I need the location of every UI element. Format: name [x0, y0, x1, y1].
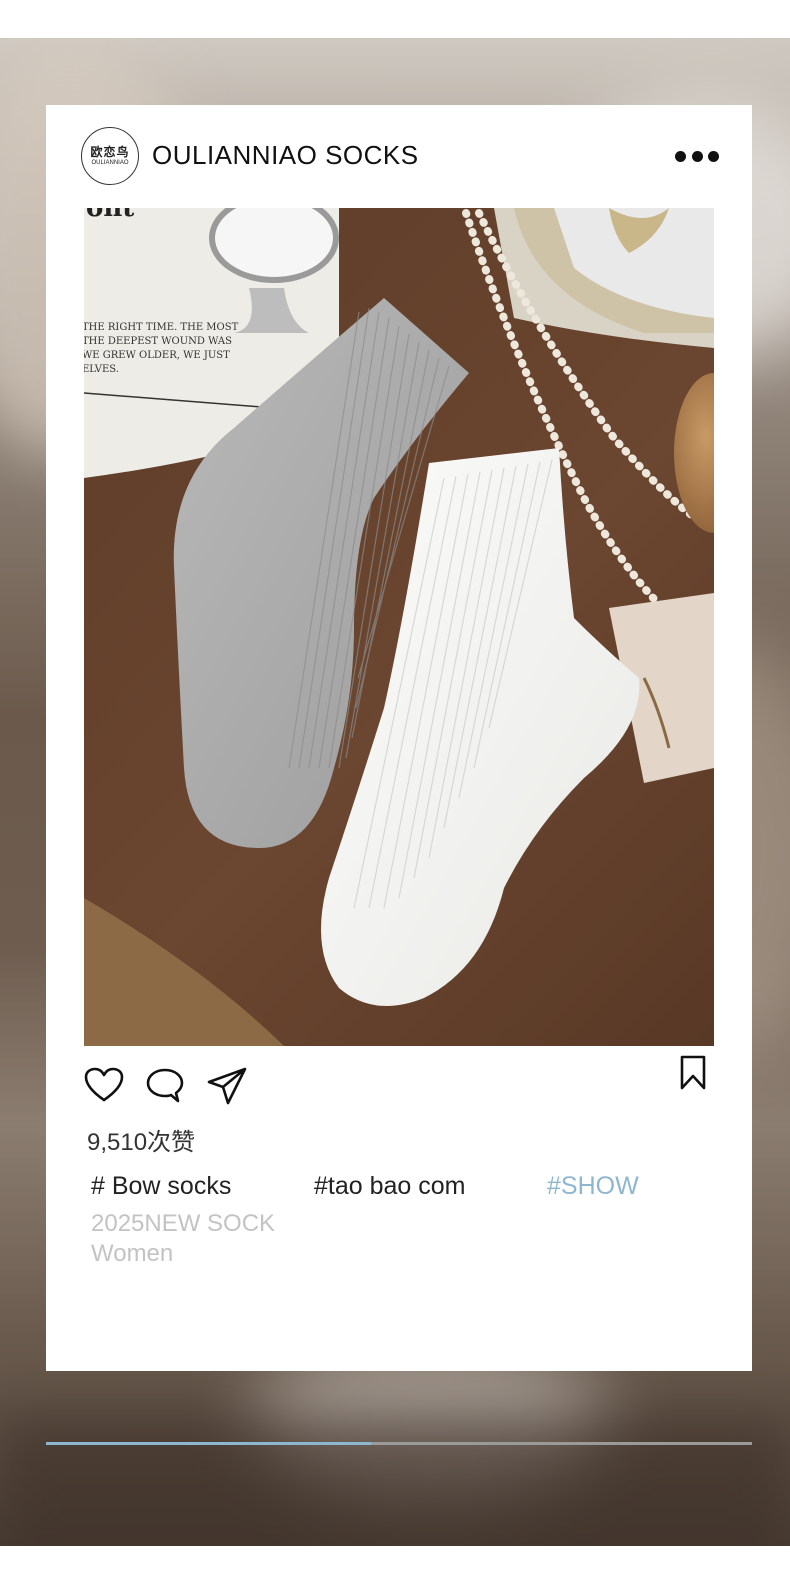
avatar-logo-chinese: 欧恋鸟 — [90, 145, 130, 159]
bookmark-icon[interactable] — [679, 1055, 707, 1091]
svg-text:ont: ont — [86, 208, 134, 223]
photo-print-line-2: THE DEEPEST WOUND WAS — [84, 336, 232, 347]
photo-print-line-4: ELVES. — [84, 364, 119, 375]
photo-print-line-1: THE RIGHT TIME. THE MOST — [84, 322, 239, 333]
hashtag-tao-bao-com[interactable]: #tao bao com — [314, 1172, 466, 1201]
caption-line-2: Women — [91, 1240, 174, 1267]
caption-line-1: 2025NEW SOCK — [91, 1210, 276, 1237]
hashtag-bow-socks[interactable]: # Bow socks — [91, 1172, 231, 1201]
post-card: 欧恋鸟 OULIANNIAO OULIANNIAO SOCKS ont THE … — [46, 105, 752, 1371]
avatar[interactable]: 欧恋鸟 OULIANNIAO — [81, 127, 139, 185]
more-dots-icon[interactable] — [675, 141, 719, 171]
hashtag-show[interactable]: #SHOW — [547, 1172, 639, 1201]
heart-icon[interactable] — [84, 1067, 124, 1103]
avatar-logo-english: OULIANNIAO — [91, 160, 129, 166]
photo-print-line-3: WE GREW OLDER, WE JUST — [84, 350, 230, 361]
progress-track — [46, 1442, 752, 1445]
account-name[interactable]: OULIANNIAO SOCKS — [152, 140, 419, 171]
likes-count: 9,510次赞 — [87, 1129, 196, 1156]
product-photo: ont THE RIGHT TIME. THE MOST THE DEEPEST… — [84, 208, 714, 1046]
send-plane-icon[interactable] — [206, 1066, 248, 1106]
progress-fill — [46, 1442, 371, 1445]
comment-bubble-icon[interactable] — [145, 1067, 185, 1105]
